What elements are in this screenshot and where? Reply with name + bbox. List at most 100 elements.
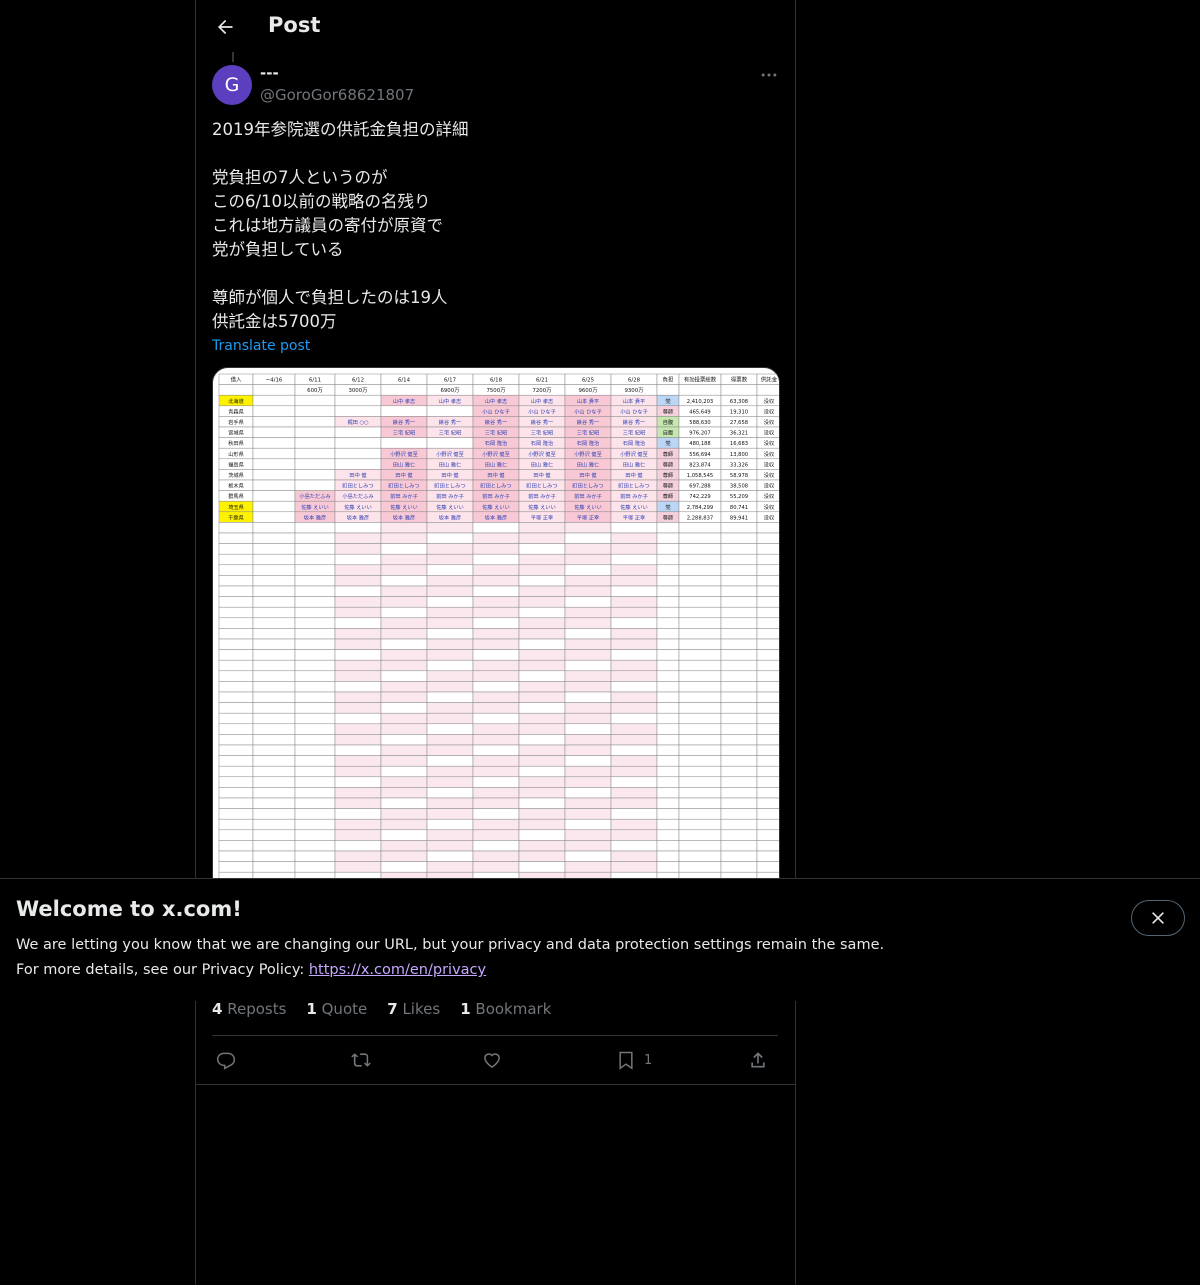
quotes-stat[interactable]: 1 Quote bbox=[306, 1000, 367, 1018]
table-cell bbox=[218, 564, 254, 576]
table-cell bbox=[380, 776, 428, 788]
share-button[interactable] bbox=[748, 1046, 768, 1074]
table-cell-text: 2,410,203 bbox=[687, 399, 713, 405]
table-cell bbox=[472, 564, 520, 576]
table-cell bbox=[564, 543, 612, 555]
table-cell-text: 田中 健 bbox=[441, 471, 458, 479]
table-header-cell bbox=[380, 384, 428, 396]
table-cell bbox=[252, 670, 296, 682]
table-cell bbox=[518, 861, 566, 873]
table-cell-text: 没収 bbox=[764, 407, 775, 415]
table-cell bbox=[426, 829, 474, 841]
table-cell-text: 田中 健 bbox=[533, 471, 550, 479]
avatar[interactable]: G bbox=[212, 65, 252, 105]
table-cell-text: 山中 孝志 bbox=[439, 397, 461, 405]
table-cell-text: 田中 健 bbox=[579, 471, 596, 479]
table-cell bbox=[252, 394, 296, 407]
table-cell bbox=[334, 628, 382, 640]
table-cell bbox=[252, 543, 296, 555]
table-header-text: 6/18 bbox=[490, 378, 503, 384]
table-cell bbox=[426, 797, 474, 809]
table-cell-text: 976,207 bbox=[689, 431, 710, 437]
table-cell bbox=[252, 416, 296, 428]
bookmarks-stat[interactable]: 1 Bookmark bbox=[460, 1000, 551, 1018]
table-cell-text: 田中 健 bbox=[349, 471, 366, 479]
table-cell bbox=[720, 691, 758, 703]
table-cell bbox=[678, 818, 722, 831]
table-cell bbox=[610, 659, 658, 672]
table-cell bbox=[678, 691, 722, 703]
back-button[interactable] bbox=[210, 12, 240, 42]
like-button[interactable] bbox=[482, 1046, 502, 1074]
table-header-text: 供託金 bbox=[761, 376, 778, 384]
table-header-text: 6/11 bbox=[309, 378, 321, 384]
table-cell bbox=[334, 829, 382, 841]
table-cell bbox=[656, 543, 680, 555]
table-cell-text: 尊師 bbox=[663, 482, 673, 490]
page-title: Post bbox=[268, 13, 321, 37]
bookmark-button[interactable]: 1 bbox=[616, 1046, 652, 1074]
table-cell bbox=[426, 543, 474, 555]
table-cell-text: 小山 ひな子 bbox=[574, 407, 602, 415]
primary-column: Post G --- @GoroGor68621807 2019年参院選の供託金… bbox=[195, 0, 796, 1285]
table-cell bbox=[678, 765, 722, 778]
author-name[interactable]: --- bbox=[260, 64, 279, 82]
table-header-text: 6/12 bbox=[352, 378, 364, 384]
url-change-banner: Welcome to x.com! We are letting you kno… bbox=[0, 878, 1200, 1001]
table-cell bbox=[564, 522, 612, 534]
table-cell bbox=[380, 522, 428, 534]
table-cell bbox=[656, 564, 680, 576]
table-cell bbox=[380, 649, 428, 661]
table-cell bbox=[720, 797, 758, 809]
more-options-button[interactable] bbox=[756, 62, 782, 88]
table-cell bbox=[294, 712, 336, 725]
privacy-policy-link[interactable]: https://x.com/en/privacy bbox=[309, 962, 486, 978]
table-cell bbox=[426, 405, 474, 417]
table-cell-text: 没収 bbox=[764, 418, 775, 426]
table-cell bbox=[252, 850, 296, 862]
table-cell bbox=[252, 479, 296, 491]
table-cell-text: 山中 孝志 bbox=[393, 397, 415, 405]
table-cell bbox=[380, 437, 428, 449]
reply-button[interactable] bbox=[216, 1046, 236, 1074]
table-cell bbox=[380, 638, 428, 650]
table-cell bbox=[426, 712, 474, 725]
table-cell bbox=[756, 840, 779, 852]
close-banner-button[interactable] bbox=[1131, 900, 1185, 936]
table-cell bbox=[294, 458, 336, 470]
table-cell bbox=[564, 628, 612, 640]
table-header-text: 有効投票総数 bbox=[684, 376, 717, 384]
share-icon bbox=[751, 1052, 765, 1068]
table-cell bbox=[756, 532, 779, 544]
table-cell bbox=[334, 437, 382, 449]
table-cell bbox=[334, 702, 382, 714]
table-cell bbox=[252, 490, 296, 502]
table-cell bbox=[294, 659, 336, 672]
table-cell-text: 佐藤 えいい bbox=[436, 503, 464, 511]
table-cell bbox=[656, 691, 680, 703]
repost-button[interactable] bbox=[350, 1046, 372, 1074]
table-cell bbox=[756, 861, 779, 873]
table-cell bbox=[334, 861, 382, 873]
reposts-stat[interactable]: 4 Reposts bbox=[212, 1000, 286, 1018]
table-cell bbox=[334, 734, 382, 746]
table-cell bbox=[564, 840, 612, 852]
table-cell bbox=[426, 723, 474, 735]
table-cell bbox=[294, 638, 336, 650]
table-cell bbox=[656, 702, 680, 714]
table-cell bbox=[294, 744, 336, 756]
table-cell bbox=[472, 702, 520, 714]
table-header-text: 負担 bbox=[663, 376, 674, 384]
table-cell bbox=[564, 776, 612, 788]
table-cell-text: 鍬谷 秀一 bbox=[623, 418, 645, 426]
table-cell bbox=[426, 564, 474, 576]
likes-stat[interactable]: 7 Likes bbox=[387, 1000, 440, 1018]
translate-post-link[interactable]: Translate post bbox=[212, 338, 310, 354]
table-cell bbox=[678, 681, 722, 693]
table-cell bbox=[678, 744, 722, 756]
table-cell bbox=[472, 522, 520, 534]
table-cell bbox=[720, 702, 758, 714]
author-handle[interactable]: @GoroGor68621807 bbox=[260, 86, 414, 104]
table-cell bbox=[472, 553, 520, 566]
post-image[interactable]: 借入 ~4/16 6/11 6/12 6/14 6/17 6/18 6/21 6/25 6/28 負… bbox=[212, 367, 780, 889]
